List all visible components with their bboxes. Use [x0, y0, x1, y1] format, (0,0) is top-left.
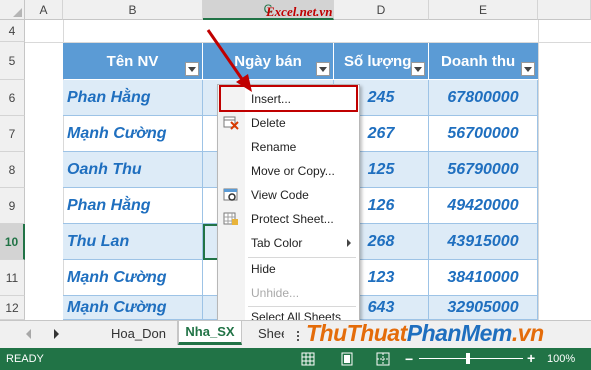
- sheet-context-menu: Insert... Delete Rename Move or Copy... …: [217, 84, 360, 328]
- menu-item-rename[interactable]: Rename: [218, 135, 359, 159]
- header-label: Doanh thu: [441, 52, 516, 70]
- cell-ten-nv[interactable]: Mạnh Cường: [63, 116, 203, 152]
- cell-doanh-thu[interactable]: 32905000: [429, 296, 538, 320]
- gridline: [538, 20, 539, 320]
- tab-scroll-left-icon[interactable]: [26, 329, 31, 339]
- menu-item-label: Move or Copy...: [251, 164, 335, 178]
- menu-item-delete[interactable]: Delete: [218, 111, 359, 135]
- column-header-d[interactable]: D: [334, 0, 429, 20]
- zoom-slider-thumb[interactable]: [466, 353, 470, 364]
- active-cell-outline: [203, 224, 218, 260]
- column-header-a[interactable]: A: [25, 0, 63, 20]
- filter-dropdown-icon[interactable]: [185, 62, 199, 76]
- row-header-7[interactable]: 7: [0, 116, 25, 152]
- menu-item-view-code[interactable]: View Code: [218, 183, 359, 207]
- cell-ten-nv[interactable]: Thu Lan: [63, 224, 203, 260]
- cell-doanh-thu[interactable]: 67800000: [429, 80, 538, 116]
- sheet-tab-nha-sx[interactable]: Nha_SX: [178, 321, 242, 345]
- menu-item-label: Tab Color: [251, 236, 303, 250]
- watermark-part: ThuThuat: [306, 320, 407, 346]
- menu-item-protect-sheet[interactable]: Protect Sheet...: [218, 207, 359, 231]
- menu-item-label: Rename: [251, 140, 297, 154]
- zoom-out-icon[interactable]: −: [405, 351, 413, 367]
- menu-item-label: Unhide...: [251, 286, 300, 300]
- menu-item-label: Protect Sheet...: [251, 212, 334, 226]
- row-header-9[interactable]: 9: [0, 188, 25, 224]
- sheet-tab-hoa-don[interactable]: Hoa_Don: [100, 321, 178, 345]
- select-all-corner[interactable]: [0, 0, 25, 20]
- header-cell-doanh-thu[interactable]: Doanh thu: [429, 43, 538, 79]
- menu-item-label: View Code: [251, 188, 309, 202]
- zoom-slider-track[interactable]: [419, 358, 523, 359]
- row-header-10[interactable]: 10: [0, 224, 25, 260]
- protect-sheet-icon: [223, 212, 238, 225]
- header-cell-ten-nv[interactable]: Tên NV: [63, 43, 203, 79]
- menu-item-label: Delete: [251, 116, 286, 130]
- normal-view-icon[interactable]: [301, 352, 315, 366]
- menu-item-hide[interactable]: Hide: [218, 257, 359, 281]
- menu-item-unhide: Unhide...: [218, 281, 359, 305]
- row-header-11[interactable]: 11: [0, 260, 25, 296]
- header-label: Số lượng: [344, 52, 412, 70]
- cell-doanh-thu[interactable]: 56790000: [429, 152, 538, 188]
- page-layout-view-icon[interactable]: [340, 352, 354, 366]
- view-code-icon: [223, 188, 238, 201]
- cell-ten-nv[interactable]: Phan Hằng: [63, 188, 203, 224]
- column-header-e[interactable]: E: [429, 0, 538, 20]
- row-header-5[interactable]: 5: [0, 42, 25, 80]
- cell-ten-nv[interactable]: Oanh Thu: [63, 152, 203, 188]
- menu-item-tab-color[interactable]: Tab Color: [218, 231, 359, 255]
- row-header-4[interactable]: 4: [0, 20, 25, 42]
- cell-ten-nv[interactable]: Phan Hằng: [63, 80, 203, 116]
- zoom-level[interactable]: 100%: [547, 353, 575, 365]
- menu-item-move-copy[interactable]: Move or Copy...: [218, 159, 359, 183]
- row-header-6[interactable]: 6: [0, 80, 25, 116]
- menu-item-label: Hide: [251, 262, 276, 276]
- cell-doanh-thu[interactable]: 49420000: [429, 188, 538, 224]
- row-header-8[interactable]: 8: [0, 152, 25, 188]
- row-header-12[interactable]: 12: [0, 296, 25, 320]
- zoom-in-icon[interactable]: +: [527, 350, 535, 366]
- cell-doanh-thu[interactable]: 56700000: [429, 116, 538, 152]
- filter-dropdown-icon[interactable]: [521, 62, 535, 76]
- column-header-b[interactable]: B: [63, 0, 203, 20]
- page-break-view-icon[interactable]: [376, 352, 390, 366]
- watermark-thuthuatphanmem: ThuThuatPhanMem.vn: [306, 320, 544, 347]
- cell-doanh-thu[interactable]: 43915000: [429, 224, 538, 260]
- sheet-tab-sheet[interactable]: Shee: [244, 321, 284, 345]
- delete-sheet-icon: [223, 116, 239, 130]
- cell-ten-nv[interactable]: Mạnh Cường: [63, 296, 203, 320]
- status-ready: READY: [6, 353, 44, 365]
- header-cell-so-luong[interactable]: Số lượng: [334, 43, 429, 79]
- status-bar: READY − + 100%: [0, 348, 591, 370]
- submenu-arrow-icon: [347, 239, 351, 247]
- cell-ten-nv[interactable]: Mạnh Cường: [63, 260, 203, 296]
- header-label: Tên NV: [106, 52, 159, 70]
- annotation-arrow-icon: [206, 29, 252, 92]
- filter-dropdown-icon[interactable]: [316, 62, 330, 76]
- watermark-part: PhanMem: [406, 320, 513, 346]
- watermark-part: .vn: [511, 320, 544, 346]
- watermark-excel-net: Excel.net.vn: [266, 4, 333, 19]
- column-header-f[interactable]: [538, 0, 591, 20]
- tab-split-handle[interactable]: [294, 325, 304, 341]
- tab-scroll-right-icon[interactable]: [54, 329, 59, 339]
- filter-dropdown-icon[interactable]: [411, 62, 425, 76]
- cell-doanh-thu[interactable]: 38410000: [429, 260, 538, 296]
